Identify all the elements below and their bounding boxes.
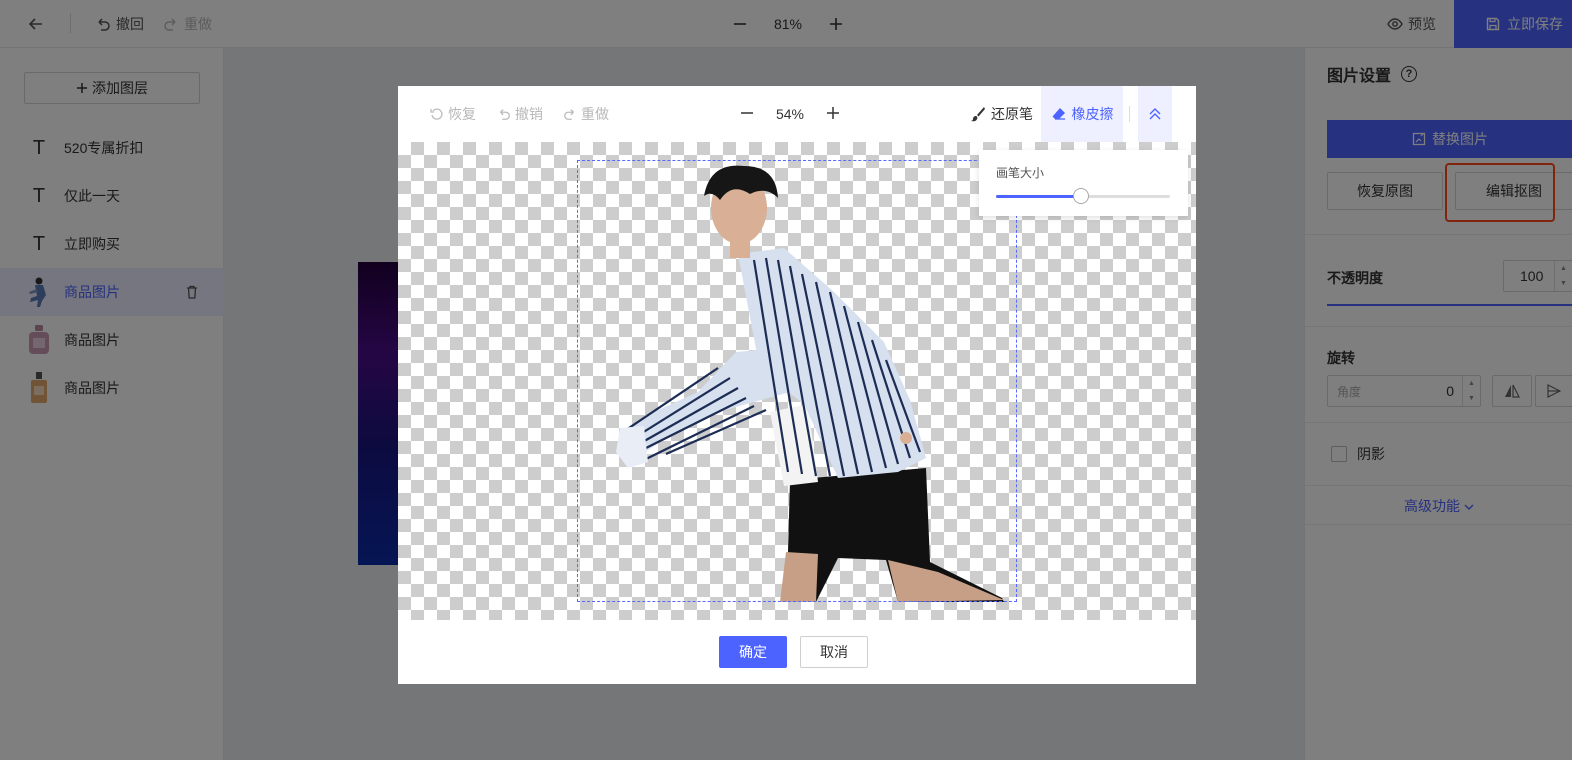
- eraser-icon: [1052, 108, 1065, 120]
- minus-icon: [741, 111, 753, 114]
- dialog-zoom-value: 54%: [775, 106, 805, 122]
- dialog-restore-label: 恢复: [448, 106, 476, 122]
- restore-icon: [430, 108, 443, 120]
- brush-size-panel: 画笔大小: [979, 150, 1188, 216]
- confirm-label: 确定: [739, 644, 767, 660]
- restore-brush-label: 还原笔: [991, 106, 1033, 122]
- brush-size-fill: [996, 195, 1082, 198]
- dialog-restore-button[interactable]: 恢复: [430, 86, 476, 142]
- plus-icon: [827, 106, 839, 119]
- cancel-button[interactable]: 取消: [800, 636, 868, 668]
- dialog-zoom-out-button[interactable]: [740, 106, 754, 123]
- restore-brush-tool[interactable]: 还原笔: [970, 86, 1033, 142]
- dialog-undo-button[interactable]: 撤销: [497, 86, 543, 142]
- eraser-label: 橡皮擦: [1071, 106, 1114, 122]
- double-chevron-up-icon: [1149, 108, 1161, 120]
- brush-icon: [971, 107, 985, 122]
- dialog-redo-label: 重做: [581, 106, 609, 122]
- cancel-label: 取消: [820, 644, 848, 660]
- dialog-zoom-control: 54%: [740, 86, 840, 142]
- dialog-zoom-in-button[interactable]: [826, 106, 840, 123]
- redo-icon: [564, 109, 574, 120]
- selection-bounding-box[interactable]: [577, 160, 1017, 602]
- dialog-undo-label: 撤销: [515, 106, 543, 122]
- brush-size-label: 画笔大小: [996, 166, 1045, 180]
- brush-size-handle[interactable]: [1073, 188, 1090, 204]
- confirm-button[interactable]: 确定: [719, 636, 787, 668]
- collapse-brush-panel-button[interactable]: [1138, 86, 1172, 142]
- toolbar-divider: [1129, 106, 1130, 122]
- dialog-redo-button[interactable]: 重做: [563, 86, 609, 142]
- undo-icon: [500, 109, 510, 120]
- cutout-edit-dialog: 恢复 撤销 重做 54% 还原笔 橡皮擦 画笔大小 确定 取消: [398, 86, 1196, 684]
- brush-size-slider[interactable]: [996, 188, 1170, 204]
- eraser-tool[interactable]: 橡皮擦: [1041, 86, 1123, 142]
- cutout-workspace[interactable]: 画笔大小: [398, 142, 1196, 620]
